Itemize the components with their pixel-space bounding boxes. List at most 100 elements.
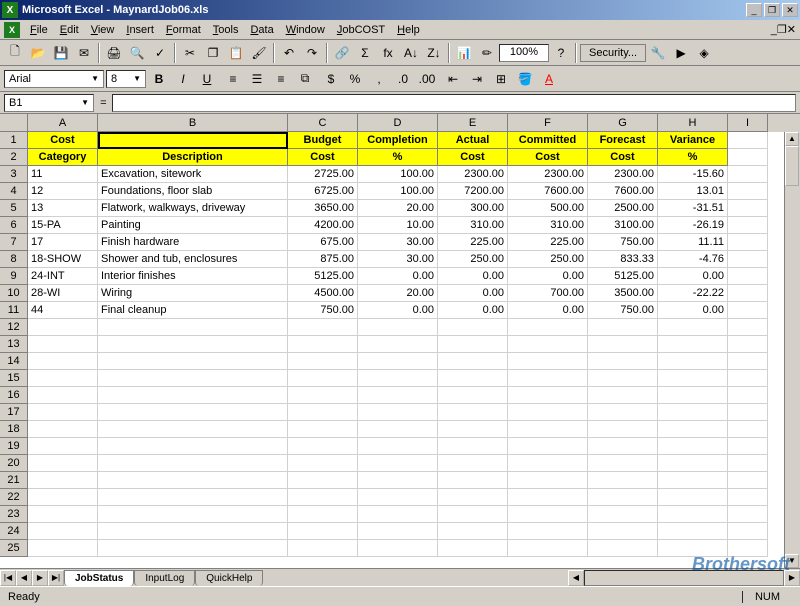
currency-icon[interactable]: $: [320, 68, 342, 90]
cell-A14[interactable]: [28, 353, 98, 370]
cell-F4[interactable]: 7600.00: [508, 183, 588, 200]
cell-F15[interactable]: [508, 370, 588, 387]
cell-G15[interactable]: [588, 370, 658, 387]
restore-button[interactable]: ❐: [764, 3, 780, 17]
cell-B20[interactable]: [98, 455, 288, 472]
doc-close-button[interactable]: ✕: [787, 23, 796, 36]
cell-B3[interactable]: Excavation, sitework: [98, 166, 288, 183]
cell-G23[interactable]: [588, 506, 658, 523]
cell-A16[interactable]: [28, 387, 98, 404]
cell-F1[interactable]: Committed: [508, 132, 588, 149]
cell-E14[interactable]: [438, 353, 508, 370]
minimize-button[interactable]: _: [746, 3, 762, 17]
cell-F9[interactable]: 0.00: [508, 268, 588, 285]
name-box[interactable]: B1▼: [4, 94, 94, 112]
cell-I7[interactable]: [728, 234, 768, 251]
cell-A9[interactable]: 24-INT: [28, 268, 98, 285]
cell-I1[interactable]: [728, 132, 768, 149]
col-header-F[interactable]: F: [508, 114, 588, 132]
cell-H16[interactable]: [658, 387, 728, 404]
sort-desc-icon[interactable]: Z↓: [423, 42, 445, 64]
row-header-14[interactable]: 14: [0, 353, 28, 370]
cell-I18[interactable]: [728, 421, 768, 438]
cell-F7[interactable]: 225.00: [508, 234, 588, 251]
row-header-8[interactable]: 8: [0, 251, 28, 268]
cell-H1[interactable]: Variance: [658, 132, 728, 149]
cell-C15[interactable]: [288, 370, 358, 387]
col-header-I[interactable]: I: [728, 114, 768, 132]
cell-D11[interactable]: 0.00: [358, 302, 438, 319]
copy-icon[interactable]: ❐: [202, 42, 224, 64]
percent-icon[interactable]: %: [344, 68, 366, 90]
cell-G16[interactable]: [588, 387, 658, 404]
row-header-11[interactable]: 11: [0, 302, 28, 319]
cell-B8[interactable]: Shower and tub, enclosures: [98, 251, 288, 268]
cells[interactable]: CostBudgetCompletionActualCommittedForec…: [28, 132, 800, 568]
cell-G3[interactable]: 2300.00: [588, 166, 658, 183]
row-header-4[interactable]: 4: [0, 183, 28, 200]
cell-F25[interactable]: [508, 540, 588, 557]
cell-B12[interactable]: [98, 319, 288, 336]
cell-C4[interactable]: 6725.00: [288, 183, 358, 200]
cell-E4[interactable]: 7200.00: [438, 183, 508, 200]
cell-I24[interactable]: [728, 523, 768, 540]
cell-D2[interactable]: %: [358, 149, 438, 166]
cell-B21[interactable]: [98, 472, 288, 489]
cell-H12[interactable]: [658, 319, 728, 336]
cell-D14[interactable]: [358, 353, 438, 370]
row-header-24[interactable]: 24: [0, 523, 28, 540]
align-center-icon[interactable]: ☰: [246, 68, 268, 90]
cell-C22[interactable]: [288, 489, 358, 506]
cell-B13[interactable]: [98, 336, 288, 353]
cell-C11[interactable]: 750.00: [288, 302, 358, 319]
cell-D5[interactable]: 20.00: [358, 200, 438, 217]
cell-A23[interactable]: [28, 506, 98, 523]
macro-icon[interactable]: ▶: [670, 42, 692, 64]
cell-F18[interactable]: [508, 421, 588, 438]
cell-H5[interactable]: -31.51: [658, 200, 728, 217]
tab-next-icon[interactable]: ▶: [32, 570, 48, 586]
cell-A8[interactable]: 18-SHOW: [28, 251, 98, 268]
cell-D17[interactable]: [358, 404, 438, 421]
cell-G14[interactable]: [588, 353, 658, 370]
cell-F16[interactable]: [508, 387, 588, 404]
help-icon[interactable]: ?: [550, 42, 572, 64]
cell-G5[interactable]: 2500.00: [588, 200, 658, 217]
scroll-up-icon[interactable]: ▲: [785, 132, 799, 146]
cell-E3[interactable]: 2300.00: [438, 166, 508, 183]
cell-I8[interactable]: [728, 251, 768, 268]
cell-A2[interactable]: Category: [28, 149, 98, 166]
row-header-9[interactable]: 9: [0, 268, 28, 285]
email-icon[interactable]: ✉: [73, 42, 95, 64]
hscroll-left-icon[interactable]: ◀: [568, 570, 584, 586]
cell-G13[interactable]: [588, 336, 658, 353]
cell-E18[interactable]: [438, 421, 508, 438]
cell-E16[interactable]: [438, 387, 508, 404]
cell-D3[interactable]: 100.00: [358, 166, 438, 183]
cell-G12[interactable]: [588, 319, 658, 336]
cell-F21[interactable]: [508, 472, 588, 489]
format-painter-icon[interactable]: 🖌: [248, 42, 270, 64]
tab-first-icon[interactable]: |◀: [0, 570, 16, 586]
cell-G25[interactable]: [588, 540, 658, 557]
zoom-combo[interactable]: 100%: [499, 44, 549, 62]
close-button[interactable]: ✕: [782, 3, 798, 17]
dec-indent-icon[interactable]: ⇤: [442, 68, 464, 90]
cell-I21[interactable]: [728, 472, 768, 489]
row-header-2[interactable]: 2: [0, 149, 28, 166]
cell-I20[interactable]: [728, 455, 768, 472]
cell-F19[interactable]: [508, 438, 588, 455]
font-combo[interactable]: Arial▼: [4, 70, 104, 88]
cell-F3[interactable]: 2300.00: [508, 166, 588, 183]
scroll-thumb[interactable]: [785, 146, 799, 186]
security-button[interactable]: Security...: [580, 44, 646, 62]
row-header-21[interactable]: 21: [0, 472, 28, 489]
cell-D21[interactable]: [358, 472, 438, 489]
cell-I15[interactable]: [728, 370, 768, 387]
row-header-20[interactable]: 20: [0, 455, 28, 472]
cell-D9[interactable]: 0.00: [358, 268, 438, 285]
cell-G8[interactable]: 833.33: [588, 251, 658, 268]
dec-decimal-icon[interactable]: .00: [416, 68, 438, 90]
cell-F23[interactable]: [508, 506, 588, 523]
cell-H3[interactable]: -15.60: [658, 166, 728, 183]
